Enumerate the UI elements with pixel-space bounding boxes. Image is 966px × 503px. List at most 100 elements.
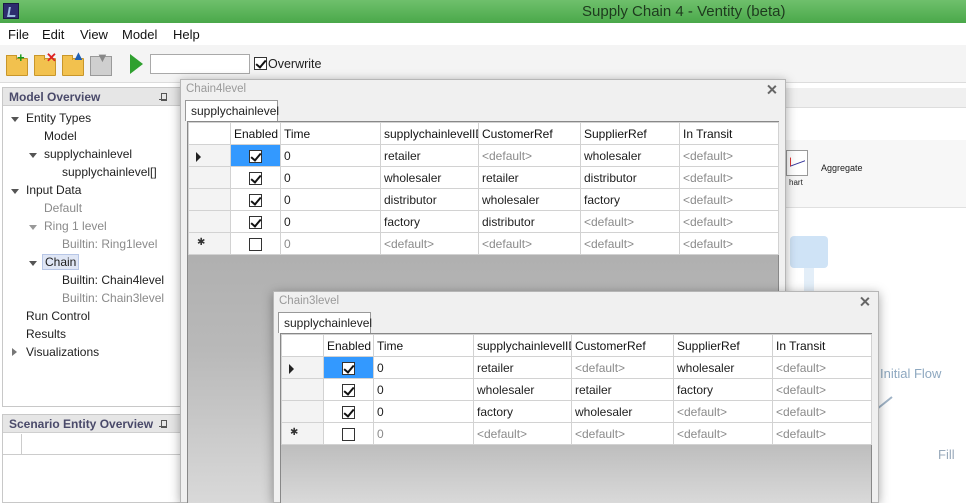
column-header-in-transit[interactable]: In Transit xyxy=(772,334,872,357)
id-cell[interactable]: factory xyxy=(380,210,479,233)
tree-item-ring-1-level[interactable]: Ring 1 level xyxy=(44,219,107,233)
time-cell[interactable]: 0 xyxy=(373,356,474,379)
id-cell[interactable]: wholesaler xyxy=(380,166,479,189)
supplierref-cell[interactable]: distributor xyxy=(580,166,680,189)
customerref-cell[interactable]: wholesaler xyxy=(571,400,674,423)
id-cell[interactable]: wholesaler xyxy=(473,378,572,401)
supplierref-cell[interactable]: <default> xyxy=(580,210,680,233)
column-header-customerref[interactable]: CustomerRef xyxy=(478,122,581,145)
in-transit-cell[interactable]: <default> xyxy=(772,400,872,423)
row-header[interactable]: ✱ xyxy=(281,422,324,445)
enabled-checkbox[interactable] xyxy=(249,193,262,207)
supplierref-cell[interactable]: <default> xyxy=(580,232,680,255)
row-header[interactable] xyxy=(188,144,231,167)
aggregate-label[interactable]: Aggregate xyxy=(821,163,863,173)
menu-model[interactable]: Model xyxy=(122,27,157,42)
customerref-cell[interactable]: <default> xyxy=(571,422,674,445)
row-header[interactable] xyxy=(281,356,324,379)
pin-icon[interactable] xyxy=(159,420,167,430)
in-transit-cell[interactable]: <default> xyxy=(772,378,872,401)
column-header-time[interactable]: Time xyxy=(280,122,381,145)
supplierref-cell[interactable]: factory xyxy=(580,188,680,211)
time-cell[interactable]: 0 xyxy=(373,378,474,401)
time-cell[interactable]: 0 xyxy=(280,210,381,233)
new-row[interactable]: ✱ 0 <default> <default> <default> <defau… xyxy=(188,232,779,255)
row-header[interactable] xyxy=(188,188,231,211)
in-transit-cell[interactable]: <default> xyxy=(679,210,779,233)
time-cell[interactable]: 0 xyxy=(373,400,474,423)
table-row[interactable]: 0 retailer <default> wholesaler <default… xyxy=(281,356,872,379)
enabled-cell[interactable] xyxy=(323,422,374,445)
close-icon[interactable] xyxy=(767,85,776,94)
expand-arrow-icon[interactable] xyxy=(29,261,37,266)
tree-item-entity-types[interactable]: Entity Types xyxy=(26,111,91,125)
table-row[interactable]: 0 wholesaler retailer factory <default> xyxy=(281,378,872,401)
column-header-in-transit[interactable]: In Transit xyxy=(679,122,779,145)
time-cell[interactable]: 0 xyxy=(280,166,381,189)
enabled-cell[interactable] xyxy=(230,188,281,211)
run-name-input[interactable] xyxy=(150,54,250,74)
id-cell[interactable]: retailer xyxy=(380,144,479,167)
enabled-checkbox[interactable] xyxy=(342,383,355,397)
enabled-checkbox[interactable] xyxy=(249,215,262,229)
supplierref-cell[interactable]: wholesaler xyxy=(673,356,773,379)
supplierref-cell[interactable]: <default> xyxy=(673,400,773,423)
row-header[interactable]: ✱ xyxy=(188,232,231,255)
expand-arrow-icon[interactable] xyxy=(11,117,19,122)
customerref-cell[interactable]: distributor xyxy=(478,210,581,233)
tree-item-run-control[interactable]: Run Control xyxy=(26,309,90,323)
enabled-cell[interactable] xyxy=(323,400,374,423)
table-row[interactable]: 0 distributor wholesaler factory <defaul… xyxy=(188,188,779,211)
in-transit-cell[interactable]: <default> xyxy=(772,356,872,379)
new-row[interactable]: ✱ 0 <default> <default> <default> <defau… xyxy=(281,422,872,445)
in-transit-cell[interactable]: <default> xyxy=(679,188,779,211)
menu-view[interactable]: View xyxy=(80,27,108,42)
customerref-cell[interactable]: <default> xyxy=(478,232,581,255)
tree-item-supplychainlevel[interactable]: supplychainlevel xyxy=(44,147,132,161)
new-folder-icon[interactable]: + xyxy=(6,51,28,76)
in-transit-cell[interactable]: <default> xyxy=(679,144,779,167)
menu-edit[interactable]: Edit xyxy=(42,27,64,42)
row-header[interactable] xyxy=(281,378,324,401)
tree-item-supplychainlevel-array[interactable]: supplychainlevel[] xyxy=(62,165,157,179)
enabled-cell[interactable] xyxy=(323,356,374,379)
supplierref-cell[interactable]: factory xyxy=(673,378,773,401)
tree-item-model[interactable]: Model xyxy=(44,129,77,143)
customerref-cell[interactable]: retailer xyxy=(478,166,581,189)
save-disabled-icon[interactable]: ▼ xyxy=(90,51,112,76)
run-play-icon[interactable] xyxy=(130,54,143,74)
customerref-cell[interactable]: retailer xyxy=(571,378,674,401)
column-header-customerref[interactable]: CustomerRef xyxy=(571,334,674,357)
collapse-arrow-icon[interactable] xyxy=(12,348,17,356)
enabled-cell[interactable] xyxy=(230,232,281,255)
time-cell[interactable]: 0 xyxy=(280,232,381,255)
id-cell[interactable]: distributor xyxy=(380,188,479,211)
enabled-cell[interactable] xyxy=(230,210,281,233)
time-cell[interactable]: 0 xyxy=(280,188,381,211)
column-header-id[interactable]: supplychainlevelID xyxy=(473,334,572,357)
enabled-checkbox[interactable] xyxy=(342,427,355,441)
close-icon[interactable] xyxy=(860,297,869,306)
tab-supplychainlevel[interactable]: supplychainlevel xyxy=(185,100,279,121)
id-cell[interactable]: factory xyxy=(473,400,572,423)
tree-item-builtin-chain4level[interactable]: Builtin: Chain4level xyxy=(62,273,164,287)
in-transit-cell[interactable]: <default> xyxy=(679,232,779,255)
enabled-checkbox[interactable] xyxy=(249,171,262,185)
tree-item-visualizations[interactable]: Visualizations xyxy=(26,345,99,359)
time-cell[interactable]: 0 xyxy=(373,422,474,445)
tab-supplychainlevel[interactable]: supplychainlevel xyxy=(278,312,372,333)
id-cell[interactable]: retailer xyxy=(473,356,572,379)
column-header-supplierref[interactable]: SupplierRef xyxy=(580,122,680,145)
time-cell[interactable]: 0 xyxy=(280,144,381,167)
table-row[interactable]: 0 factory wholesaler <default> <default> xyxy=(281,400,872,423)
supplierref-cell[interactable]: <default> xyxy=(673,422,773,445)
customerref-cell[interactable]: wholesaler xyxy=(478,188,581,211)
menu-file[interactable]: File xyxy=(8,27,29,42)
customerref-cell[interactable]: <default> xyxy=(571,356,674,379)
in-transit-cell[interactable]: <default> xyxy=(772,422,872,445)
column-header-enabled[interactable]: Enabled xyxy=(323,334,374,357)
menu-help[interactable]: Help xyxy=(173,27,200,42)
tree-item-results[interactable]: Results xyxy=(26,327,66,341)
chart-icon[interactable] xyxy=(786,150,808,176)
table-row[interactable]: 0 factory distributor <default> <default… xyxy=(188,210,779,233)
